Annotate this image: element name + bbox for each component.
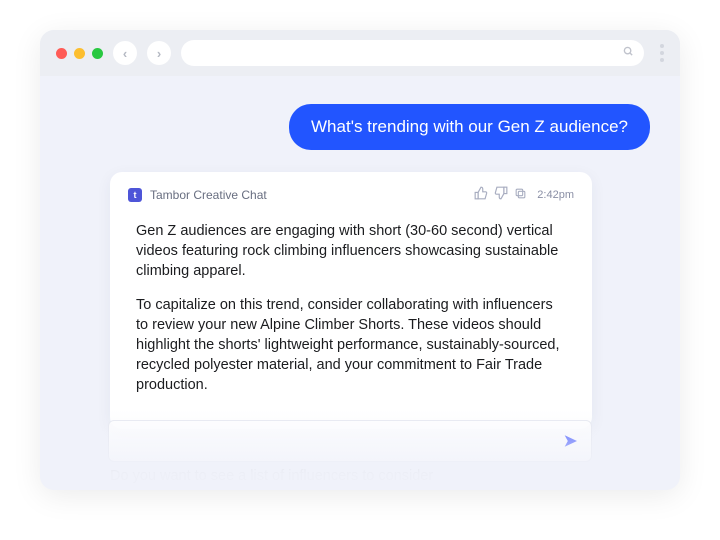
bot-response-card: t Tambor Creative Chat 2:42pm Gen Z a xyxy=(110,172,592,429)
response-actions: 2:42pm xyxy=(474,186,574,203)
browser-chrome: ‹ › xyxy=(40,30,680,76)
nav-back-button[interactable]: ‹ xyxy=(113,41,137,65)
url-bar[interactable] xyxy=(181,40,644,66)
response-header: t Tambor Creative Chat 2:42pm xyxy=(110,186,592,217)
response-timestamp: 2:42pm xyxy=(537,189,574,201)
thumbs-down-icon[interactable] xyxy=(494,186,508,203)
response-paragraph: To capitalize on this trend, consider co… xyxy=(136,295,566,395)
search-icon xyxy=(623,46,634,60)
chat-area: What's trending with our Gen Z audience?… xyxy=(40,76,680,490)
window-maximize-button[interactable] xyxy=(92,48,103,59)
user-message-bubble: What's trending with our Gen Z audience? xyxy=(289,104,650,150)
more-menu-button[interactable] xyxy=(654,44,664,62)
response-followup: Do you want to see a list of influencers… xyxy=(110,468,590,484)
message-input[interactable] xyxy=(123,433,564,449)
thumbs-up-icon[interactable] xyxy=(474,186,488,203)
send-icon[interactable]: ➤ xyxy=(564,431,577,451)
message-composer[interactable]: ➤ xyxy=(108,420,592,462)
window-close-button[interactable] xyxy=(56,48,67,59)
window-minimize-button[interactable] xyxy=(74,48,85,59)
response-paragraph: Gen Z audiences are engaging with short … xyxy=(136,221,566,281)
copy-icon[interactable] xyxy=(514,187,527,203)
brand-logo: t xyxy=(128,188,142,202)
nav-forward-button[interactable]: › xyxy=(147,41,171,65)
window-controls xyxy=(56,48,103,59)
response-body: Gen Z audiences are engaging with short … xyxy=(110,217,592,395)
chat-title: Tambor Creative Chat xyxy=(150,188,466,202)
browser-window: ‹ › What's trending with our Gen Z audie… xyxy=(40,30,680,490)
